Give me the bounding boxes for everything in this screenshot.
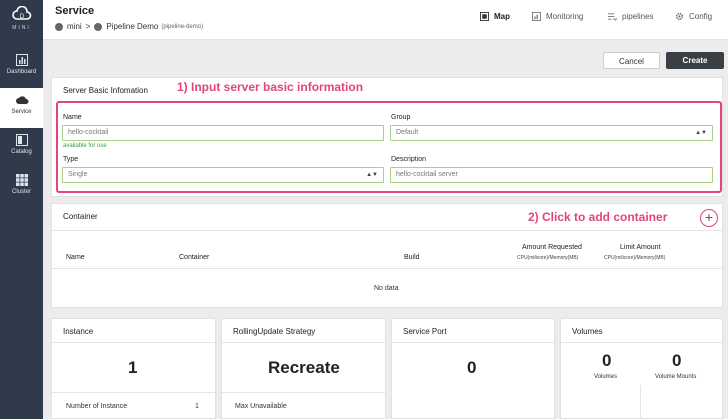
name-hint: available for use [63,143,107,149]
instance-value: 1 [128,358,138,377]
sidebar-item-service[interactable]: Service [0,88,43,128]
sidebar-item-label: Service [11,109,32,115]
divider [640,385,641,419]
rolling-update-value: Recreate [268,358,340,377]
add-container-button[interactable]: + [700,209,718,227]
nav-map[interactable]: Map [480,12,510,21]
group-select-value: Default [396,129,419,136]
breadcrumb-sub: (pipeline-demo) [161,23,204,30]
page-title: Service [55,5,95,17]
instance-title: Instance [63,327,94,336]
sidebar-item-label: Dashboard [6,69,37,75]
column-amount-requested: Amount Requested [522,244,582,251]
cloud-logo-icon: D [11,6,31,20]
instance-count-value: 1 [195,403,199,410]
pipeline-small-icon [94,22,103,31]
sidebar-item-label: Catalog [11,149,32,155]
column-build: Build [404,254,420,261]
nav-label: Map [494,12,510,21]
name-input[interactable]: hello-cocktail [62,125,384,141]
sidebar-item-cluster[interactable]: Cluster [0,168,43,208]
divider [52,342,215,343]
service-port-title: Service Port [403,327,447,336]
nav-label: pipelines [622,12,654,21]
grid-icon [15,174,28,186]
monitoring-icon [532,12,541,21]
type-select-value: Single [68,171,88,178]
divider [222,342,385,343]
column-limit-amount: Limit Amount [620,244,661,251]
instance-count-label: Number of Instance [66,403,128,410]
breadcrumb-current: Pipeline Demo [106,22,159,31]
container-title: Container [63,212,98,221]
divider [52,392,215,393]
volumes-value: 0 [602,351,612,370]
column-limit-amount-sub: CPU(milicore)/Memory(MB) [604,255,666,261]
cancel-button[interactable]: Cancel [603,52,660,69]
type-select[interactable]: Single ▲▼ [62,167,384,183]
max-unavailable-label: Max Unavailable [235,403,287,410]
name-label: Name [63,114,82,121]
logo-text: MINI [12,25,31,31]
group-select[interactable]: Default ▲▼ [390,125,713,141]
gear-icon [675,12,684,21]
pipelines-icon [608,13,617,21]
volume-mounts-label: Volume Mounts [655,374,697,380]
sidebar-item-dashboard[interactable]: Dashboard [0,48,43,88]
sidebar-item-catalog[interactable]: Catalog [0,128,43,168]
catalog-icon [15,134,28,146]
server-info-title: Server Basic Infomation [63,86,148,95]
volume-mounts-value: 0 [672,351,682,370]
cloud-icon [15,96,28,104]
breadcrumb: mini > Pipeline Demo (pipeline-demo) [55,22,203,31]
service-port-value: 0 [467,358,477,377]
empty-message: No data [374,285,399,292]
column-amount-requested-sub: CPU(milicore)/Memory(MB) [517,255,579,261]
bar-chart-icon [15,54,28,66]
svg-text:D: D [19,14,24,20]
header: Service mini > Pipeline Demo (pipeline-d… [43,0,728,40]
column-name: Name [66,254,85,261]
nav-label: Monitoring [546,12,584,21]
description-label: Description [391,156,427,163]
divider [222,392,385,393]
select-arrows-icon: ▲▼ [695,130,707,136]
map-icon [480,12,489,21]
rolling-update-title: RollingUpdate Strategy [233,327,316,336]
column-container: Container [179,254,210,261]
sidebar-item-label: Cluster [11,189,31,195]
divider [561,342,722,343]
group-label: Group [391,114,411,121]
volumes-title: Volumes [572,327,603,336]
cloud-small-icon [55,22,63,31]
breadcrumb-separator: > [85,22,91,31]
annotation-step2: 2) Click to add container [528,210,668,224]
logo[interactable]: D MINI [0,6,43,31]
select-arrows-icon: ▲▼ [366,172,378,178]
volumes-label: Volumes [594,374,618,380]
nav-pipelines[interactable]: pipelines [608,12,654,21]
divider [52,230,722,231]
breadcrumb-root[interactable]: mini [67,22,82,31]
create-button[interactable]: Create [666,52,724,69]
nav-monitoring[interactable]: Monitoring [532,12,583,21]
type-label: Type [63,156,79,163]
annotation-step1: 1) Input server basic information [177,80,364,94]
nav-config[interactable]: Config [675,12,712,21]
description-input[interactable]: hello-cocktail server [390,167,713,183]
divider [52,268,722,269]
sidebar: D MINI Dashboard Service Catalog Cluster [0,0,43,419]
divider [392,342,554,343]
nav-label: Config [689,12,713,21]
